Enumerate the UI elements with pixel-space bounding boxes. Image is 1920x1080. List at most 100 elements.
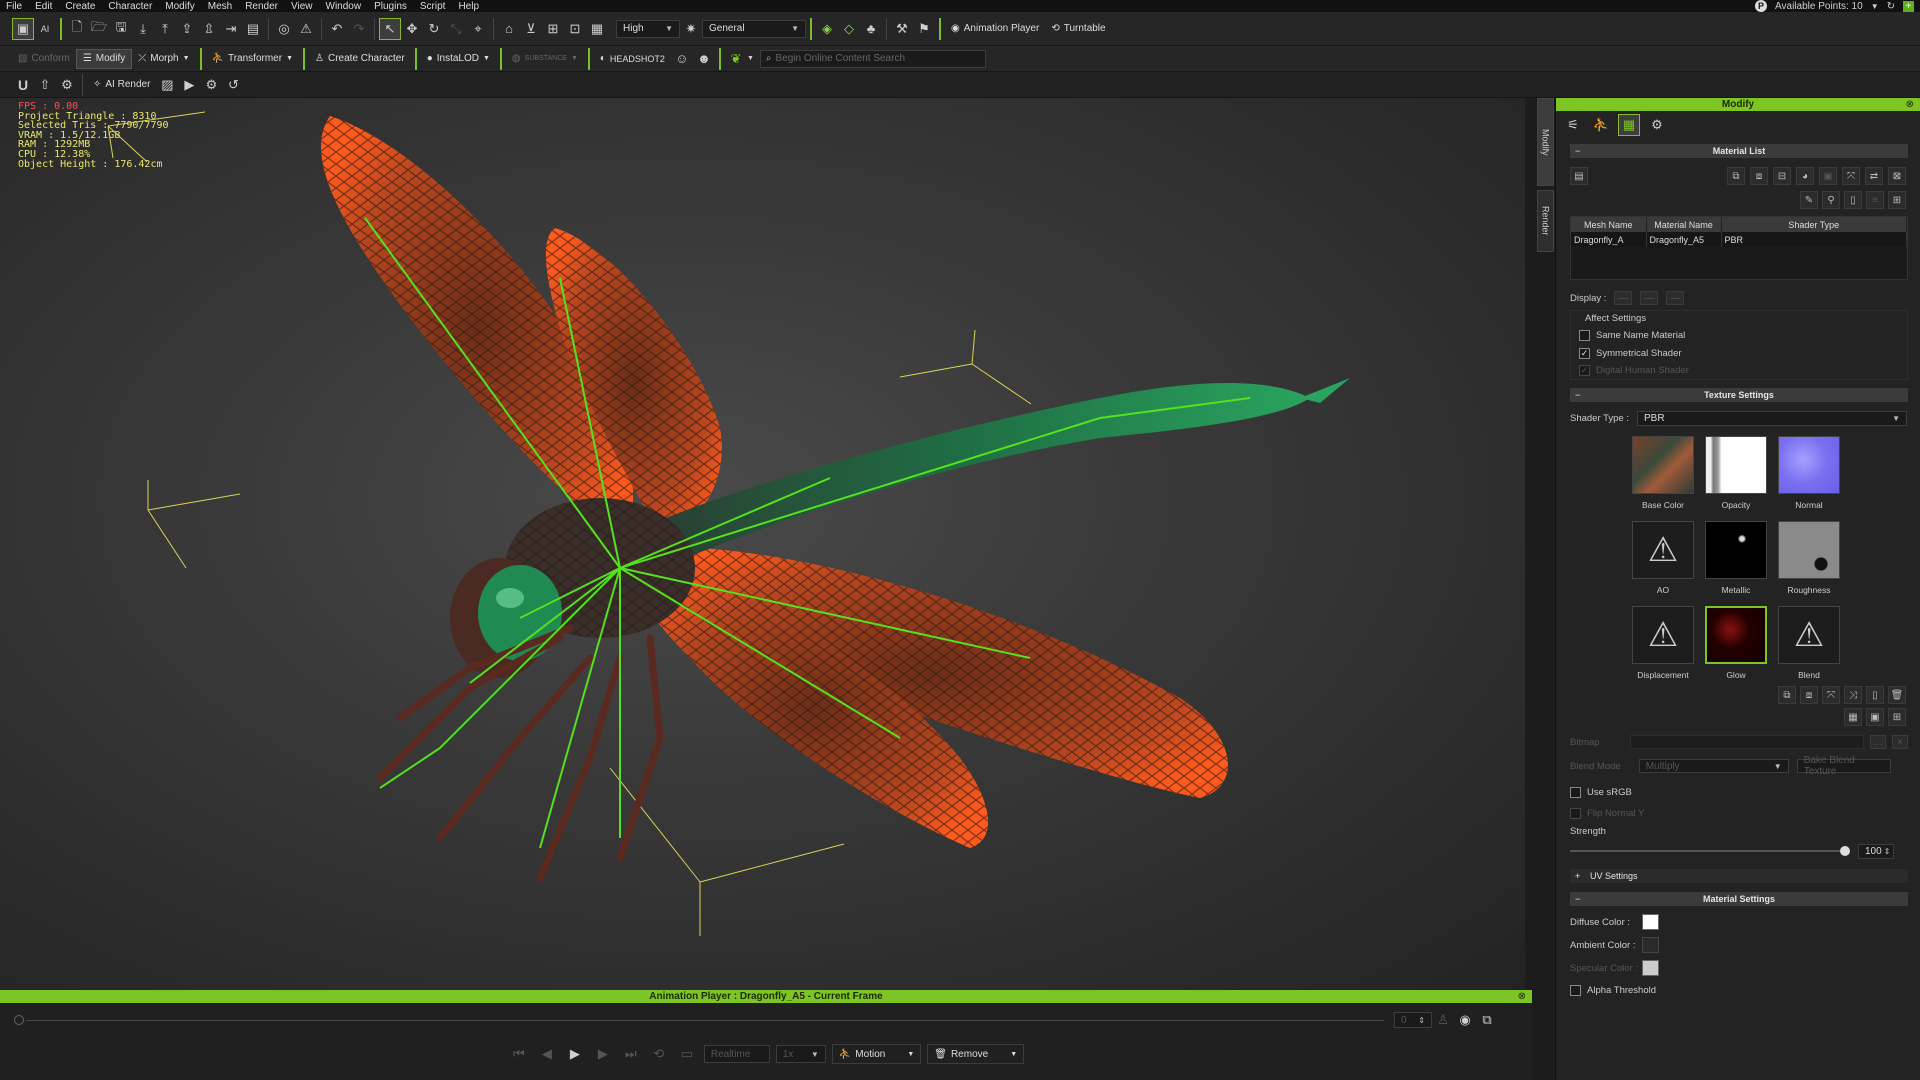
bitmap-clear-icon[interactable]: × [1892, 735, 1909, 749]
texture-link-icon[interactable]: ⤨ [1844, 686, 1862, 704]
frame-input[interactable]: 0 ⇕ [1394, 1012, 1432, 1028]
menu-render[interactable]: Render [239, 1, 285, 12]
menu-window[interactable]: Window [320, 1, 369, 12]
import-icon[interactable]: ⤓ [132, 18, 154, 40]
select-tool-icon[interactable]: ↖ [379, 17, 401, 40]
drop-to-floor-icon[interactable]: ⊻ [520, 18, 542, 40]
export-icon[interactable]: ⤒ [154, 18, 176, 40]
timeline-track[interactable] [26, 1019, 1384, 1021]
texture-paste-icon[interactable]: ▣ [1866, 708, 1884, 726]
content-search-input[interactable]: ⌕ Begin Online Content Search [759, 49, 986, 68]
content-manager-icon[interactable]: ◎ [273, 18, 295, 40]
paste-material-icon[interactable]: ◕ [1796, 167, 1814, 185]
scale-tool-icon[interactable]: ⤡ [445, 18, 467, 40]
alpha-threshold-checkbox[interactable] [1570, 984, 1581, 996]
home-camera-icon[interactable]: ⌂ [498, 18, 520, 40]
texture-share-icon[interactable]: ⤧ [1822, 686, 1840, 704]
timeline-start-handle[interactable] [14, 1015, 24, 1025]
table-row[interactable]: Dragonfly_A Dragonfly_A5 PBR [1571, 232, 1907, 247]
menu-view[interactable]: View [285, 1, 320, 12]
pose-tab-icon[interactable]: ⛹ [1590, 114, 1612, 136]
ai-mode-icon[interactable]: AI [34, 18, 56, 40]
menu-mesh[interactable]: Mesh [202, 1, 239, 12]
uv-settings-header[interactable]: + UV Settings [1570, 869, 1908, 883]
bitmap-browse-icon[interactable]: … [1870, 735, 1887, 749]
slider-handle[interactable] [1840, 846, 1850, 856]
video-icon[interactable]: ▶ [178, 74, 200, 96]
loop-icon[interactable]: ⟲ [648, 1043, 670, 1065]
align-icon[interactable]: ⊞ [542, 18, 564, 40]
iclone-mode-icon[interactable]: ▣ [12, 17, 34, 40]
menu-create[interactable]: Create [59, 1, 102, 12]
export-fbx-icon[interactable]: ⇪ [176, 18, 198, 40]
save-material-icon[interactable]: ⧈ [1750, 167, 1768, 185]
menu-character[interactable]: Character [102, 1, 159, 12]
save-icon[interactable]: 🖫 [110, 18, 132, 40]
pick-icon[interactable]: ⚲ [1822, 191, 1840, 209]
physics-icon[interactable]: ◈ [816, 18, 838, 40]
strength-value-input[interactable]: 100 ⇕ [1858, 843, 1894, 859]
list-icon[interactable]: ≡ [1866, 191, 1884, 209]
rotate-tool-icon[interactable]: ↻ [423, 18, 445, 40]
head-icon[interactable]: ☻ [693, 48, 715, 70]
new-file-icon[interactable]: 🗋 [66, 18, 88, 40]
menu-script[interactable]: Script [414, 1, 453, 12]
menu-file[interactable]: File [0, 1, 29, 12]
save-texture-icon[interactable]: ⧈ [1800, 686, 1818, 704]
redo-icon[interactable]: ↷ [348, 18, 370, 40]
texture-slot-ao[interactable]: ⚠ AO [1632, 521, 1694, 595]
move-tool-icon[interactable]: ✥ [401, 18, 423, 40]
texture-slot-base-color[interactable]: Base Color [1632, 436, 1694, 510]
walk-icon[interactable]: ♙ [1432, 1009, 1454, 1031]
digital-human-shader-checkbox[interactable]: ✓ [1579, 365, 1590, 376]
eyedropper-icon[interactable]: ✎ [1800, 191, 1818, 209]
refresh-icon[interactable]: ↻ [1887, 1, 1895, 12]
substance-button[interactable]: ◍ SUBSTANCE ▼ [506, 49, 584, 69]
lighting-icon[interactable]: ✷ [680, 18, 702, 40]
soft-physics-icon[interactable]: ◇ [838, 18, 860, 40]
texture-slot-roughness[interactable]: Roughness [1778, 521, 1840, 595]
display-mode-1-icon[interactable]: — [1614, 291, 1633, 305]
play-icon[interactable]: ▶ [564, 1043, 586, 1065]
load-texture-icon[interactable]: ⧉ [1778, 686, 1796, 704]
camera-orbit-icon[interactable]: ◉ [1454, 1009, 1476, 1031]
bitmap-path-field[interactable] [1629, 735, 1865, 749]
motion-button[interactable]: ⛹ Motion ▼ [831, 1044, 922, 1064]
column-material-name[interactable]: Material Name [1646, 217, 1722, 232]
scene-manager-icon[interactable]: ⚠ [295, 18, 317, 40]
flip-normal-checkbox[interactable] [1570, 807, 1581, 819]
texture-slot-normal[interactable]: Normal [1778, 436, 1840, 510]
step-forward-icon[interactable]: ▶ [592, 1043, 614, 1065]
texture-grid-icon[interactable]: ▦ [1844, 708, 1862, 726]
texture-slot-displacement[interactable]: ⚠ Displacement [1632, 606, 1694, 680]
ambient-color-swatch[interactable] [1642, 937, 1659, 953]
quality-dropdown[interactable]: High ▼ [616, 19, 680, 38]
ref-icon[interactable]: ⊠ [1888, 167, 1906, 185]
grid-icon[interactable]: ▦ [586, 18, 608, 40]
close-icon[interactable]: ⊗ [1518, 990, 1526, 1003]
skip-end-icon[interactable]: ⏭ [620, 1043, 642, 1065]
turntable-button[interactable]: ⟲ Turntable [1045, 19, 1111, 39]
image-icon[interactable]: ▨ [156, 74, 178, 96]
settings-gear-icon[interactable]: ⚙ [56, 74, 78, 96]
animation-player-button[interactable]: ◉ Animation Player [945, 19, 1045, 39]
column-shader-type[interactable]: Shader Type [1721, 217, 1907, 232]
material-library-icon[interactable]: ▤ [1570, 167, 1588, 185]
texture-settings-header[interactable]: − Texture Settings [1570, 388, 1908, 402]
menu-help[interactable]: Help [452, 1, 486, 12]
diffuse-color-swatch[interactable] [1642, 914, 1659, 930]
menu-modify[interactable]: Modify [159, 1, 201, 12]
chevron-down-icon[interactable]: ▼ [1871, 2, 1879, 11]
upload-icon[interactable]: ⇧ [34, 74, 56, 96]
use-srgb-checkbox[interactable] [1570, 786, 1581, 798]
shader-type-dropdown[interactable]: PBR ▼ [1636, 410, 1907, 426]
morph-button[interactable]: ⤫ Morph ▼ [132, 49, 195, 69]
symmetrical-shader-checkbox[interactable]: ✓ [1579, 348, 1590, 359]
pivot-tool-icon[interactable]: ⌖ [467, 18, 489, 40]
plugin-icon[interactable]: ❦ [725, 48, 747, 70]
share-icon[interactable]: ⤧ [1842, 167, 1860, 185]
headshot-button[interactable]: ◐ HEADSHOT2 [594, 49, 671, 69]
bake-blend-texture-button[interactable]: Bake Blend Texture [1796, 755, 1891, 777]
specular-color-swatch[interactable] [1642, 960, 1659, 976]
link-icon[interactable]: ↺ [222, 74, 244, 96]
